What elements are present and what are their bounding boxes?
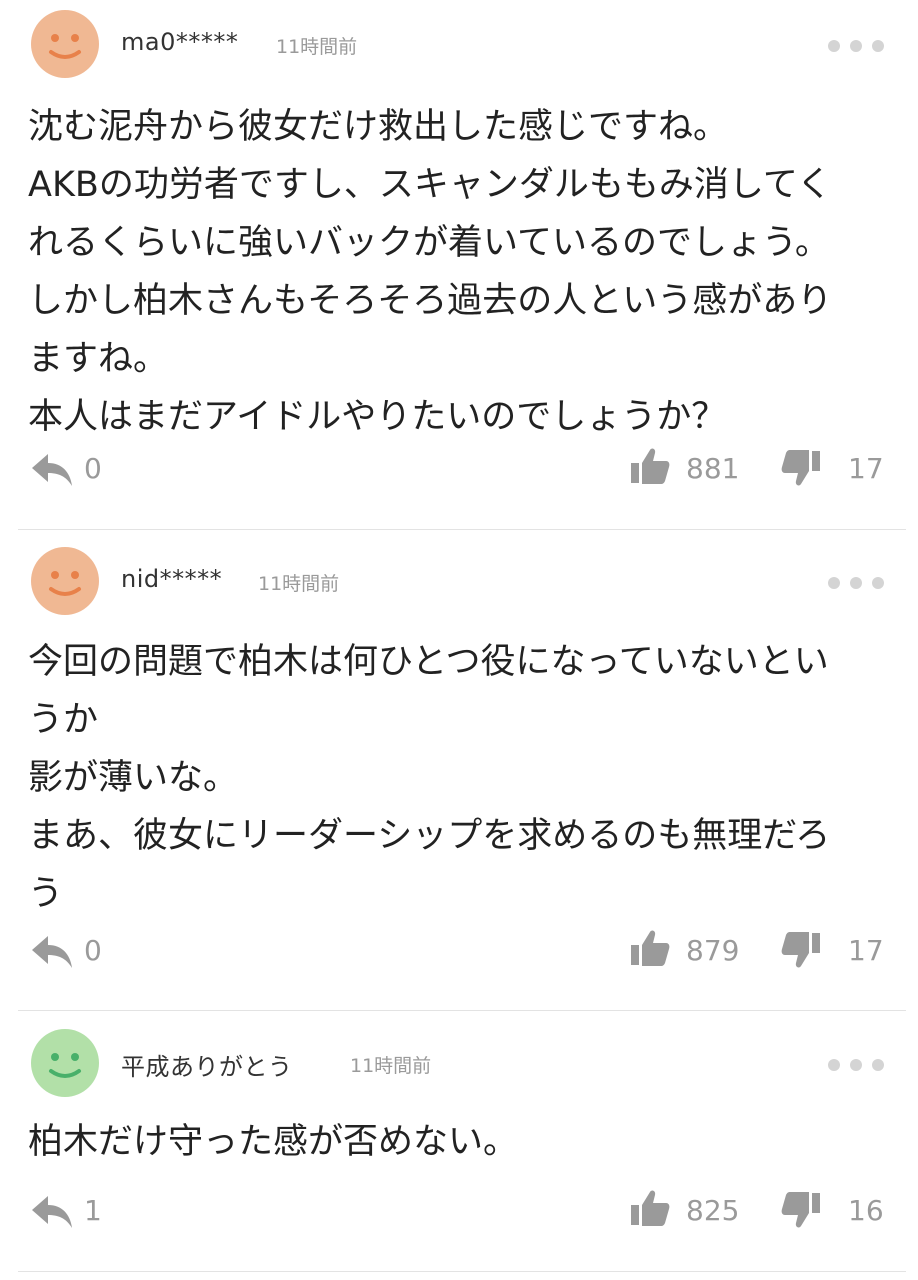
comment-body: 柏木だけ守った感が否めない。 bbox=[28, 1113, 898, 1171]
dislike-count: 17 bbox=[848, 452, 884, 485]
reply-icon[interactable] bbox=[30, 932, 74, 972]
more-options-icon[interactable] bbox=[826, 36, 886, 56]
comment-actions: 0 879 17 bbox=[0, 930, 918, 976]
reply-icon[interactable] bbox=[30, 1192, 74, 1232]
comment-line: しかし柏木さんもそろそろ過去の人という感があり bbox=[28, 281, 833, 321]
smiley-face-icon bbox=[49, 34, 81, 59]
avatar[interactable] bbox=[31, 547, 99, 615]
avatar[interactable] bbox=[31, 10, 99, 78]
comment-line: AKBの功労者ですし、スキャンダルももみ消してく bbox=[28, 165, 832, 205]
more-options-icon[interactable] bbox=[826, 1055, 886, 1075]
divider bbox=[18, 1010, 906, 1011]
username[interactable]: nid***** bbox=[121, 565, 222, 593]
comment-line: 影が薄いな。 bbox=[28, 758, 239, 798]
comment-header: 平成ありがとう 11時間前 bbox=[0, 1029, 918, 1099]
thumbs-up-icon[interactable] bbox=[630, 446, 670, 486]
comment-item: ma0***** 11時間前 沈む泥舟から彼女だけ救出した感じですね。 AKBの… bbox=[0, 10, 918, 510]
thumbs-down-icon[interactable] bbox=[781, 932, 821, 972]
smiley-face-icon bbox=[49, 571, 81, 596]
timestamp: 11時間前 bbox=[258, 573, 340, 595]
comment-actions: 0 881 17 bbox=[0, 448, 918, 494]
dislike-count: 17 bbox=[848, 934, 884, 967]
reply-count: 1 bbox=[84, 1194, 102, 1227]
reply-count: 0 bbox=[84, 934, 102, 967]
comment-line: まあ、彼女にリーダーシップを求めるのも無理だろ bbox=[28, 816, 831, 856]
thumbs-up-icon[interactable] bbox=[630, 1188, 670, 1228]
comment-line: うか bbox=[28, 700, 99, 740]
reply-icon[interactable] bbox=[30, 450, 74, 490]
username[interactable]: ma0***** bbox=[121, 28, 238, 56]
comment-line: ますね。 bbox=[28, 339, 169, 379]
comment-line: れるくらいに強いバックが着いているのでしょう。 bbox=[28, 223, 830, 263]
comment-line: 今回の問題で柏木は何ひとつ役になっていないとい bbox=[28, 642, 829, 682]
thumbs-up-icon[interactable] bbox=[630, 928, 670, 968]
comment-body: 沈む泥舟から彼女だけ救出した感じですね。 AKBの功労者ですし、スキャンダルもも… bbox=[28, 98, 898, 446]
more-options-icon[interactable] bbox=[826, 573, 886, 593]
comment-line: 柏木だけ守った感が否めない。 bbox=[28, 1122, 519, 1162]
reply-count: 0 bbox=[84, 452, 102, 485]
like-count: 879 bbox=[686, 934, 740, 967]
comment-feed: ma0***** 11時間前 沈む泥舟から彼女だけ救出した感じですね。 AKBの… bbox=[0, 0, 918, 1280]
avatar[interactable] bbox=[31, 1029, 99, 1097]
comment-item: nid***** 11時間前 今回の問題で柏木は何ひとつ役になっていないとい う… bbox=[0, 547, 918, 987]
timestamp: 11時間前 bbox=[276, 36, 358, 58]
comment-line: う bbox=[28, 874, 64, 914]
dislike-count: 16 bbox=[848, 1194, 884, 1227]
divider bbox=[18, 1271, 906, 1272]
comment-header: nid***** 11時間前 bbox=[0, 547, 918, 617]
timestamp: 11時間前 bbox=[350, 1055, 432, 1077]
comment-line: 沈む泥舟から彼女だけ救出した感じですね。 bbox=[28, 107, 729, 147]
thumbs-down-icon[interactable] bbox=[781, 450, 821, 490]
comment-actions: 1 825 16 bbox=[0, 1190, 918, 1236]
comment-body: 今回の問題で柏木は何ひとつ役になっていないとい うか 影が薄いな。 まあ、彼女に… bbox=[28, 633, 898, 923]
divider bbox=[18, 529, 906, 530]
like-count: 825 bbox=[686, 1194, 740, 1227]
smiley-face-icon bbox=[49, 1053, 81, 1078]
thumbs-down-icon[interactable] bbox=[781, 1192, 821, 1232]
username[interactable]: 平成ありがとう bbox=[121, 1047, 293, 1082]
comment-line: 本人はまだアイドルやりたいのでしょうか？ bbox=[28, 397, 727, 437]
comment-item: 平成ありがとう 11時間前 柏木だけ守った感が否めない。 1 825 16 bbox=[0, 1029, 918, 1249]
comment-header: ma0***** 11時間前 bbox=[0, 10, 918, 80]
like-count: 881 bbox=[686, 452, 740, 485]
